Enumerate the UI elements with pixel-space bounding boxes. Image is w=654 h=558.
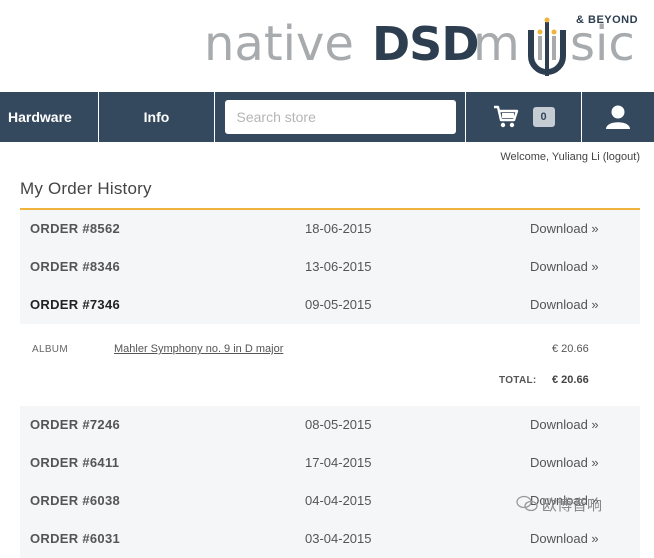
order-row[interactable]: ORDER #8346 13-06-2015 Download » — [20, 248, 640, 286]
download-link[interactable]: Download » — [530, 259, 599, 274]
download-link[interactable]: Download » — [530, 417, 599, 432]
nav-info[interactable]: Info — [99, 92, 215, 142]
order-date: 08-05-2015 — [305, 417, 372, 432]
order-date: 18-06-2015 — [305, 221, 372, 236]
album-link[interactable]: Mahler Symphony no. 9 in D major — [114, 343, 283, 355]
logo-word-dsd: DSD — [372, 17, 479, 71]
total-label: TOTAL: — [499, 375, 537, 386]
order-row[interactable]: ORDER #6411 17-04-2015 Download » — [20, 444, 640, 482]
download-link[interactable]: Download » — [530, 531, 599, 546]
cart-count-badge: 0 — [532, 107, 555, 127]
welcome-message[interactable]: Welcome, Yuliang Li (logout) — [500, 151, 640, 163]
order-row[interactable]: ORDER #7246 08-05-2015 Download » — [20, 406, 640, 444]
order-date: 13-06-2015 — [305, 259, 372, 274]
order-total: € 20.66 — [552, 374, 589, 386]
order-id: ORDER #6031 — [30, 531, 121, 546]
order-date: 04-04-2015 — [305, 493, 372, 508]
order-detail: ALBUM Mahler Symphony no. 9 in D major €… — [20, 324, 640, 406]
order-date: 17-04-2015 — [305, 455, 372, 470]
order-id: ORDER #6038 — [30, 493, 121, 508]
logo-tagline: & BEYOND — [576, 14, 639, 26]
order-row[interactable]: ORDER #6031 03-04-2015 Download » — [20, 520, 640, 558]
order-id: ORDER #8562 — [30, 221, 121, 236]
order-date: 03-04-2015 — [305, 531, 372, 546]
download-link[interactable]: Download » — [530, 455, 599, 470]
page-title: My Order History — [20, 179, 152, 198]
order-date: 09-05-2015 — [305, 297, 372, 312]
search-container — [215, 92, 466, 142]
download-link[interactable]: Download » — [530, 297, 599, 312]
logo-tuning-fork-icon — [528, 17, 566, 76]
order-id: ORDER #6411 — [30, 455, 120, 470]
item-type: ALBUM — [32, 344, 68, 355]
user-icon — [606, 105, 630, 129]
order-row[interactable]: ORDER #8562 18-06-2015 Download » — [20, 210, 640, 248]
watermark-text: 欧博音响 — [542, 496, 603, 514]
logo-word-native: native — [204, 16, 354, 72]
nav-hardware[interactable]: Hardware — [0, 92, 99, 142]
order-row-expanded[interactable]: ORDER #7346 09-05-2015 Download » — [20, 286, 640, 324]
site-logo[interactable]: native DSD m sic & BEYOND — [200, 8, 650, 78]
main-navbar: Hardware Info 0 — [0, 92, 654, 142]
download-link[interactable]: Download » — [530, 221, 599, 236]
order-id: ORDER #7246 — [30, 417, 121, 432]
order-id: ORDER #8346 — [30, 259, 121, 274]
cart-button[interactable]: 0 — [466, 92, 582, 142]
search-input[interactable] — [224, 100, 456, 134]
logo-word-m: m — [473, 16, 520, 72]
wechat-icon — [516, 495, 538, 512]
item-price: € 20.66 — [552, 343, 589, 355]
watermark: 欧博音响 — [516, 490, 646, 518]
order-id: ORDER #7346 — [30, 297, 121, 312]
account-button[interactable] — [582, 92, 654, 142]
cart-icon — [493, 105, 518, 128]
